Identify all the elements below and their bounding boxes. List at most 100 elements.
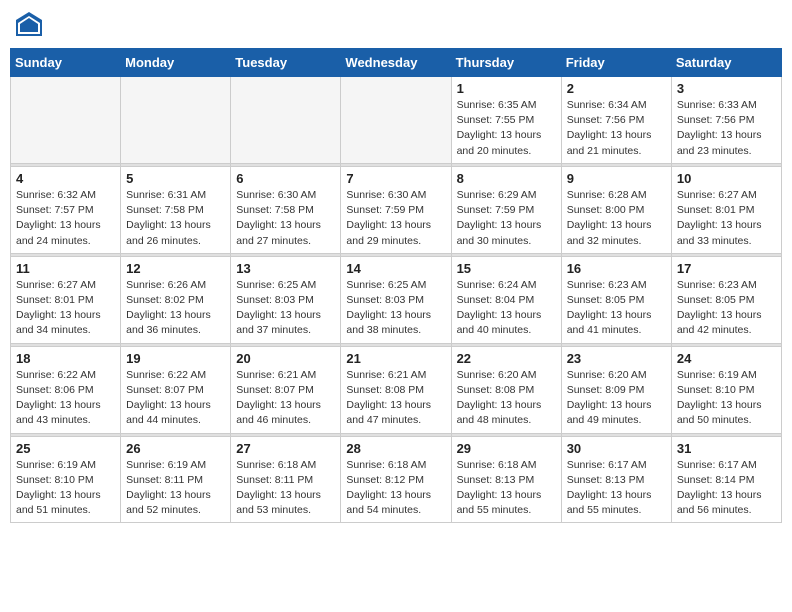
- day-info: Sunrise: 6:19 AMSunset: 8:11 PMDaylight:…: [126, 458, 225, 519]
- day-info: Sunrise: 6:27 AMSunset: 8:01 PMDaylight:…: [16, 278, 115, 339]
- day-number: 14: [346, 261, 445, 276]
- calendar-cell: 25 Sunrise: 6:19 AMSunset: 8:10 PMDayligh…: [11, 436, 121, 523]
- day-info: Sunrise: 6:19 AMSunset: 8:10 PMDaylight:…: [16, 458, 115, 519]
- calendar-cell: 26 Sunrise: 6:19 AMSunset: 8:11 PMDayligh…: [121, 436, 231, 523]
- calendar-cell: 12Sunrise: 6:26 AMSunset: 8:02 PMDayligh…: [121, 256, 231, 343]
- day-info: Sunrise: 6:32 AMSunset: 7:57 PMDaylight:…: [16, 188, 115, 249]
- calendar-cell: 15 Sunrise: 6:24 AMSunset: 8:04 PMDayligh…: [451, 256, 561, 343]
- day-info: Sunrise: 6:20 AMSunset: 8:09 PMDaylight:…: [567, 368, 666, 429]
- day-number: 12: [126, 261, 225, 276]
- calendar-week-row: 11 Sunrise: 6:27 AMSunset: 8:01 PMDayligh…: [11, 256, 782, 343]
- day-number: 29: [457, 441, 556, 456]
- calendar-cell: 11 Sunrise: 6:27 AMSunset: 8:01 PMDayligh…: [11, 256, 121, 343]
- day-number: 13: [236, 261, 335, 276]
- calendar-cell: 3 Sunrise: 6:33 AMSunset: 7:56 PMDaylight…: [671, 77, 781, 164]
- calendar-cell: 27 Sunrise: 6:18 AMSunset: 8:11 PMDayligh…: [231, 436, 341, 523]
- calendar-week-row: 1 Sunrise: 6:35 AMSunset: 7:55 PMDaylight…: [11, 77, 782, 164]
- weekday-header-friday: Friday: [561, 49, 671, 77]
- day-number: 3: [677, 81, 776, 96]
- calendar-cell: [231, 77, 341, 164]
- calendar-cell: 5Sunrise: 6:31 AMSunset: 7:58 PMDaylight…: [121, 166, 231, 253]
- day-number: 17: [677, 261, 776, 276]
- day-number: 15: [457, 261, 556, 276]
- weekday-header-tuesday: Tuesday: [231, 49, 341, 77]
- calendar-cell: [341, 77, 451, 164]
- weekday-header-saturday: Saturday: [671, 49, 781, 77]
- day-info: Sunrise: 6:29 AMSunset: 7:59 PMDaylight:…: [457, 188, 556, 249]
- day-number: 9: [567, 171, 666, 186]
- day-info: Sunrise: 6:35 AMSunset: 7:55 PMDaylight:…: [457, 98, 556, 159]
- calendar-cell: 24 Sunrise: 6:19 AMSunset: 8:10 PMDayligh…: [671, 346, 781, 433]
- day-info: Sunrise: 6:18 AMSunset: 8:12 PMDaylight:…: [346, 458, 445, 519]
- day-number: 4: [16, 171, 115, 186]
- day-info: Sunrise: 6:34 AMSunset: 7:56 PMDaylight:…: [567, 98, 666, 159]
- day-info: Sunrise: 6:19 AMSunset: 8:10 PMDaylight:…: [677, 368, 776, 429]
- day-number: 22: [457, 351, 556, 366]
- calendar-cell: 30 Sunrise: 6:17 AMSunset: 8:13 PMDayligh…: [561, 436, 671, 523]
- day-number: 6: [236, 171, 335, 186]
- day-number: 19: [126, 351, 225, 366]
- day-info: Sunrise: 6:28 AMSunset: 8:00 PMDaylight:…: [567, 188, 666, 249]
- day-number: 16: [567, 261, 666, 276]
- day-number: 1: [457, 81, 556, 96]
- weekday-header-thursday: Thursday: [451, 49, 561, 77]
- day-number: 24: [677, 351, 776, 366]
- calendar-week-row: 18 Sunrise: 6:22 AMSunset: 8:06 PMDayligh…: [11, 346, 782, 433]
- day-number: 8: [457, 171, 556, 186]
- day-number: 18: [16, 351, 115, 366]
- day-info: Sunrise: 6:20 AMSunset: 8:08 PMDaylight:…: [457, 368, 556, 429]
- day-number: 31: [677, 441, 776, 456]
- day-number: 21: [346, 351, 445, 366]
- day-number: 7: [346, 171, 445, 186]
- calendar-cell: 29 Sunrise: 6:18 AMSunset: 8:13 PMDayligh…: [451, 436, 561, 523]
- calendar-cell: 17 Sunrise: 6:23 AMSunset: 8:05 PMDayligh…: [671, 256, 781, 343]
- calendar-cell: 2 Sunrise: 6:34 AMSunset: 7:56 PMDaylight…: [561, 77, 671, 164]
- calendar-cell: 13 Sunrise: 6:25 AMSunset: 8:03 PMDayligh…: [231, 256, 341, 343]
- calendar-cell: 8 Sunrise: 6:29 AMSunset: 7:59 PMDaylight…: [451, 166, 561, 253]
- day-number: 27: [236, 441, 335, 456]
- day-info: Sunrise: 6:23 AMSunset: 8:05 PMDaylight:…: [567, 278, 666, 339]
- calendar-cell: 14 Sunrise: 6:25 AMSunset: 8:03 PMDayligh…: [341, 256, 451, 343]
- day-info: Sunrise: 6:23 AMSunset: 8:05 PMDaylight:…: [677, 278, 776, 339]
- day-info: Sunrise: 6:22 AMSunset: 8:06 PMDaylight:…: [16, 368, 115, 429]
- calendar-cell: [11, 77, 121, 164]
- day-info: Sunrise: 6:21 AMSunset: 8:07 PMDaylight:…: [236, 368, 335, 429]
- calendar-header-row: SundayMondayTuesdayWednesdayThursdayFrid…: [11, 49, 782, 77]
- calendar-cell: 22 Sunrise: 6:20 AMSunset: 8:08 PMDayligh…: [451, 346, 561, 433]
- calendar-cell: 10 Sunrise: 6:27 AMSunset: 8:01 PMDayligh…: [671, 166, 781, 253]
- day-info: Sunrise: 6:25 AMSunset: 8:03 PMDaylight:…: [236, 278, 335, 339]
- logo: [14, 10, 48, 40]
- day-number: 25: [16, 441, 115, 456]
- calendar-cell: 6Sunrise: 6:30 AMSunset: 7:58 PMDaylight…: [231, 166, 341, 253]
- day-number: 20: [236, 351, 335, 366]
- logo-icon: [14, 10, 44, 40]
- calendar-cell: [121, 77, 231, 164]
- day-number: 11: [16, 261, 115, 276]
- day-info: Sunrise: 6:18 AMSunset: 8:13 PMDaylight:…: [457, 458, 556, 519]
- day-info: Sunrise: 6:24 AMSunset: 8:04 PMDaylight:…: [457, 278, 556, 339]
- day-info: Sunrise: 6:17 AMSunset: 8:14 PMDaylight:…: [677, 458, 776, 519]
- weekday-header-wednesday: Wednesday: [341, 49, 451, 77]
- day-number: 28: [346, 441, 445, 456]
- day-info: Sunrise: 6:25 AMSunset: 8:03 PMDaylight:…: [346, 278, 445, 339]
- day-info: Sunrise: 6:33 AMSunset: 7:56 PMDaylight:…: [677, 98, 776, 159]
- day-info: Sunrise: 6:17 AMSunset: 8:13 PMDaylight:…: [567, 458, 666, 519]
- calendar-cell: 9 Sunrise: 6:28 AMSunset: 8:00 PMDaylight…: [561, 166, 671, 253]
- day-number: 26: [126, 441, 225, 456]
- calendar-table: SundayMondayTuesdayWednesdayThursdayFrid…: [10, 48, 782, 523]
- calendar-cell: 23Sunrise: 6:20 AMSunset: 8:09 PMDayligh…: [561, 346, 671, 433]
- day-info: Sunrise: 6:31 AMSunset: 7:58 PMDaylight:…: [126, 188, 225, 249]
- day-number: 10: [677, 171, 776, 186]
- page-header: [10, 10, 782, 40]
- calendar-cell: 31 Sunrise: 6:17 AMSunset: 8:14 PMDayligh…: [671, 436, 781, 523]
- calendar-cell: 28 Sunrise: 6:18 AMSunset: 8:12 PMDayligh…: [341, 436, 451, 523]
- calendar-cell: 7Sunrise: 6:30 AMSunset: 7:59 PMDaylight…: [341, 166, 451, 253]
- day-info: Sunrise: 6:18 AMSunset: 8:11 PMDaylight:…: [236, 458, 335, 519]
- day-number: 30: [567, 441, 666, 456]
- day-number: 2: [567, 81, 666, 96]
- day-info: Sunrise: 6:27 AMSunset: 8:01 PMDaylight:…: [677, 188, 776, 249]
- day-info: Sunrise: 6:21 AMSunset: 8:08 PMDaylight:…: [346, 368, 445, 429]
- calendar-week-row: 4 Sunrise: 6:32 AMSunset: 7:57 PMDaylight…: [11, 166, 782, 253]
- weekday-header-sunday: Sunday: [11, 49, 121, 77]
- calendar-cell: 1 Sunrise: 6:35 AMSunset: 7:55 PMDaylight…: [451, 77, 561, 164]
